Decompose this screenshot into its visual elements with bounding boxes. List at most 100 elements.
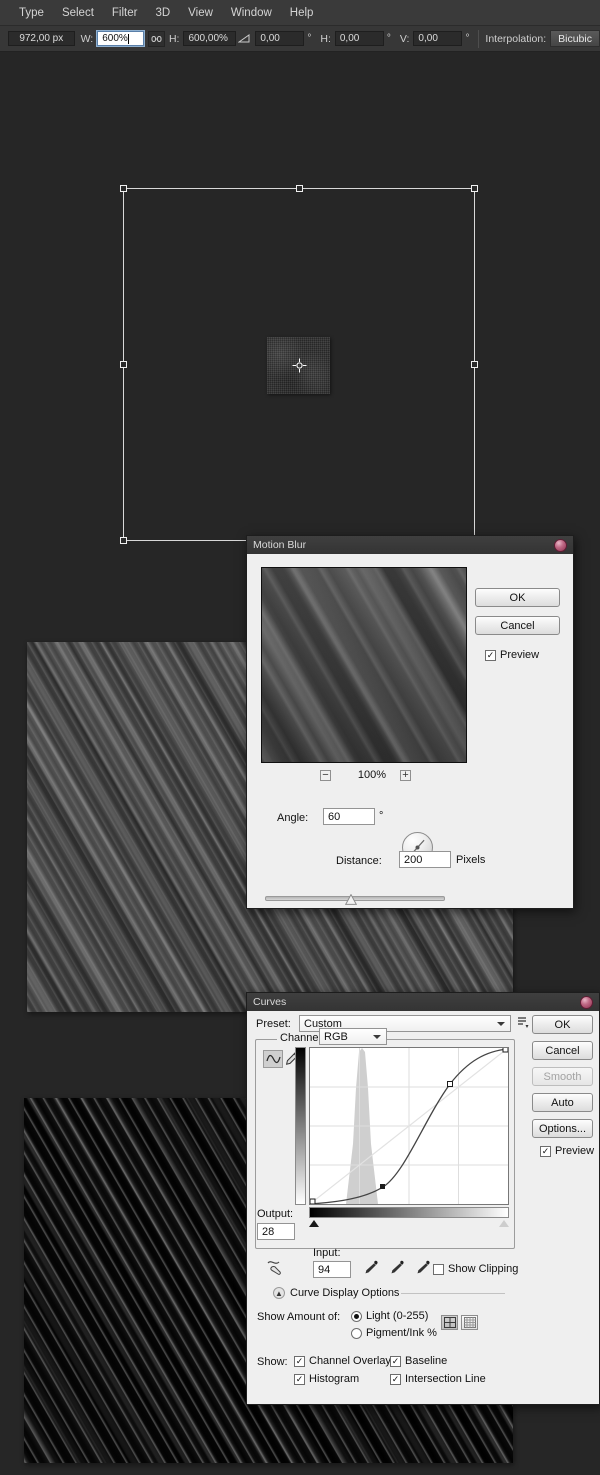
output-input[interactable]: 28 [257,1223,295,1240]
motion-blur-cancel-button[interactable]: Cancel [475,616,560,635]
menu-item-window[interactable]: Window [222,3,281,23]
intersection-line-label: Intersection Line [405,1373,486,1385]
options-divider [478,29,480,48]
preset-options-icon [518,1017,529,1028]
link-aspect-icon[interactable] [148,30,165,47]
curves-smooth-button[interactable]: Smooth [532,1067,593,1086]
input-input[interactable]: 94 [313,1261,351,1278]
baseline-checkbox[interactable]: ✓ Baseline [390,1355,447,1367]
distance-input[interactable]: 200 [399,851,451,868]
curves-auto-button[interactable]: Auto [532,1093,593,1112]
transform-handle-middle-right[interactable] [471,361,478,368]
detailed-grid-button[interactable] [461,1315,478,1330]
checkbox-icon: ✓ [390,1355,401,1367]
black-point-eyedropper[interactable] [364,1260,379,1275]
motion-blur-titlebar[interactable]: Motion Blur [246,535,574,554]
menu-bar: Type Select Filter 3D View Window Help [0,0,600,26]
menu-item-type[interactable]: Type [10,3,53,23]
curves-dialog: Curves Preset: Custom Channel: RGB Outpu… [246,992,600,1405]
y-position-field[interactable]: 972,00 px [8,31,75,46]
channel-overlays-checkbox[interactable]: ✓ Channel Overlays [294,1355,396,1367]
width-label: W: [80,32,94,45]
motion-blur-ok-button[interactable]: OK [475,588,560,607]
skew-h-label: H: [320,32,331,45]
distance-slider-knob[interactable] [344,892,358,905]
curves-graph[interactable] [309,1047,509,1205]
grid-quarter-icon [443,1317,456,1328]
curve-point-tool-button[interactable] [263,1050,283,1068]
transform-handle-bottom-left[interactable] [120,537,127,544]
menu-item-view[interactable]: View [179,3,222,23]
close-icon[interactable] [580,995,593,1009]
histogram-checkbox[interactable]: ✓ Histogram [294,1373,359,1385]
gray-point-eyedropper[interactable] [390,1260,405,1275]
width-input[interactable]: 600% [96,30,146,47]
close-icon[interactable] [554,538,567,552]
intersection-line-checkbox[interactable]: ✓ Intersection Line [390,1373,486,1385]
curves-preview-checkbox[interactable]: ✓ Preview [540,1145,594,1157]
white-point-eyedropper[interactable] [416,1260,431,1275]
radio-icon [351,1310,362,1322]
motion-blur-dialog: Motion Blur − 100% + Angle: 60 ° Distanc… [246,535,574,909]
menu-item-filter[interactable]: Filter [103,3,147,23]
radio-icon [351,1327,362,1339]
skew-h-degree-symbol: ° [386,33,391,44]
checkbox-icon: ✓ [485,649,496,661]
transform-handle-top-center[interactable] [296,185,303,192]
transform-reference-point-icon[interactable] [292,358,307,373]
menu-item-select[interactable]: Select [53,3,103,23]
curve-control-point-shadow [380,1184,385,1189]
distance-units-label: Pixels [456,854,486,866]
curves-plot [310,1048,508,1204]
white-point-slider[interactable] [499,1220,509,1227]
skew-v-input[interactable]: 0,00 [413,31,463,46]
transform-handle-top-right[interactable] [471,185,478,192]
eyedropper-icon [417,1260,430,1274]
channel-select[interactable]: RGB [319,1028,387,1045]
black-point-slider[interactable] [309,1220,319,1227]
height-input[interactable]: 600,00% [183,31,237,46]
light-radio-option[interactable]: Light (0-255) [351,1310,428,1322]
options-bar: 972,00 px W: 600% H: 600,00% 0,00 ° H: 0… [0,26,600,52]
preset-menu-button[interactable] [517,1016,530,1034]
menu-item-help[interactable]: Help [281,3,323,23]
curves-cancel-button[interactable]: Cancel [532,1041,593,1060]
angle-degree-symbol: ° [379,810,384,822]
curve-control-point-white [502,1048,508,1053]
zoom-in-button[interactable]: + [400,770,411,781]
curves-preview-label: Preview [555,1145,595,1157]
skew-v-label: V: [399,32,410,45]
grid-tenth-icon [463,1317,476,1328]
curve-display-options-toggle[interactable]: ▲ Curve Display Options [273,1287,399,1299]
interpolation-select[interactable]: Bicubic [550,30,600,47]
transform-handle-middle-left[interactable] [120,361,127,368]
zoom-out-button[interactable]: − [320,770,331,781]
section-divider [401,1293,505,1294]
curves-options-button[interactable]: Options... [532,1119,593,1138]
output-gradient-bar [295,1047,306,1205]
baseline-label: Baseline [405,1355,448,1367]
skew-h-input[interactable]: 0,00 [334,31,384,46]
hand-curve-icon [267,1261,281,1275]
interpolation-label: Interpolation: [485,32,547,45]
show-clipping-checkbox[interactable]: Show Clipping [433,1263,518,1275]
chain-link-glyph [151,35,162,42]
pigment-radio-option[interactable]: Pigment/Ink % [351,1327,437,1339]
angle-input[interactable]: 60 [323,808,375,825]
chevron-down-icon [373,1034,381,1039]
simple-grid-button[interactable] [441,1315,458,1330]
curve-smoothing-tool-button[interactable] [267,1260,285,1281]
curve-display-options-label: Curve Display Options [290,1287,400,1299]
curves-body: Preset: Custom Channel: RGB Output: 28 I… [246,1011,600,1405]
motion-blur-body: − 100% + Angle: 60 ° Distance: 200 Pixel… [246,554,574,909]
menu-item-3d[interactable]: 3D [146,3,179,23]
rotation-input[interactable]: 0,00 [255,31,305,46]
reference-point-glyph [292,358,307,373]
curves-titlebar[interactable]: Curves [246,992,600,1011]
curve-control-point-highlight [447,1081,453,1087]
angle-label: Angle: [277,812,309,824]
curves-ok-button[interactable]: OK [532,1015,593,1034]
transform-handle-top-left[interactable] [120,185,127,192]
motion-blur-preview-image[interactable] [261,567,467,763]
motion-blur-preview-checkbox[interactable]: ✓ Preview [485,649,539,661]
